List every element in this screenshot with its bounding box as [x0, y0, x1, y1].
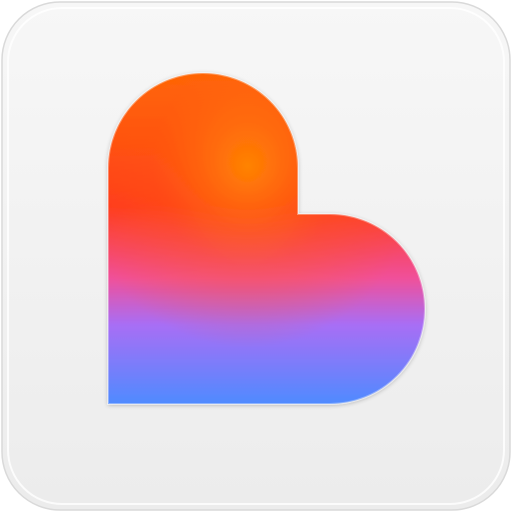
- app-icon-canvas: [0, 0, 512, 512]
- app-icon[interactable]: [0, 0, 512, 512]
